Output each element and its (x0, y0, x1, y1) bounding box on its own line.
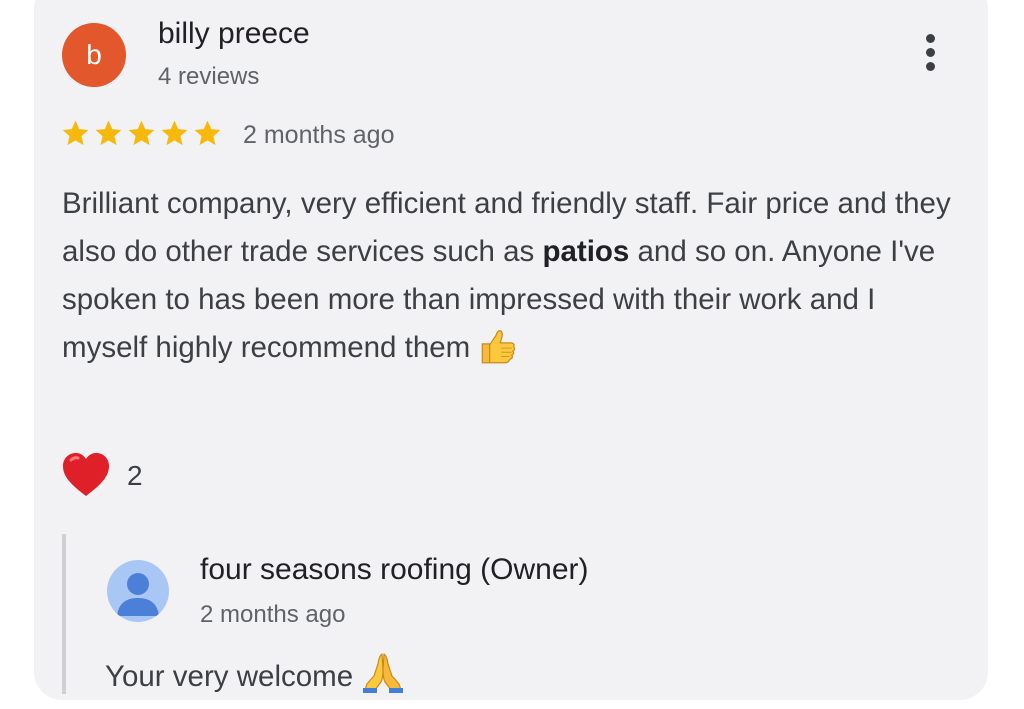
star-icon (128, 120, 155, 146)
review-time: 2 months ago (243, 121, 395, 149)
star-icon (95, 120, 122, 146)
star-rating (60, 118, 223, 150)
star-icon (194, 120, 221, 146)
review-text: Brilliant company, very efficient and fr… (62, 180, 962, 372)
reaction-count: 2 (127, 460, 143, 491)
owner-reply-time: 2 months ago (200, 601, 346, 628)
folded-hands-emoji-icon (363, 653, 404, 693)
owner-reply-text: Your very welcome (105, 650, 405, 701)
reviewer-name[interactable]: billy preece (158, 14, 310, 54)
heart-icon[interactable] (60, 450, 112, 502)
owner-name: four seasons roofing (Owner) (200, 553, 589, 586)
more-vert-icon (926, 34, 935, 43)
reviewer-review-count: 4 reviews (158, 63, 260, 90)
owner-avatar[interactable] (107, 560, 169, 622)
more-options-button[interactable] (914, 30, 948, 76)
reviewer-avatar[interactable]: b (62, 23, 126, 87)
person-icon (117, 573, 159, 616)
star-icon (62, 120, 89, 146)
highlighted-keyword: patios (542, 235, 630, 268)
reply-divider (62, 534, 66, 694)
thumbs-up-emoji-icon (481, 330, 516, 364)
star-icon (161, 120, 188, 146)
